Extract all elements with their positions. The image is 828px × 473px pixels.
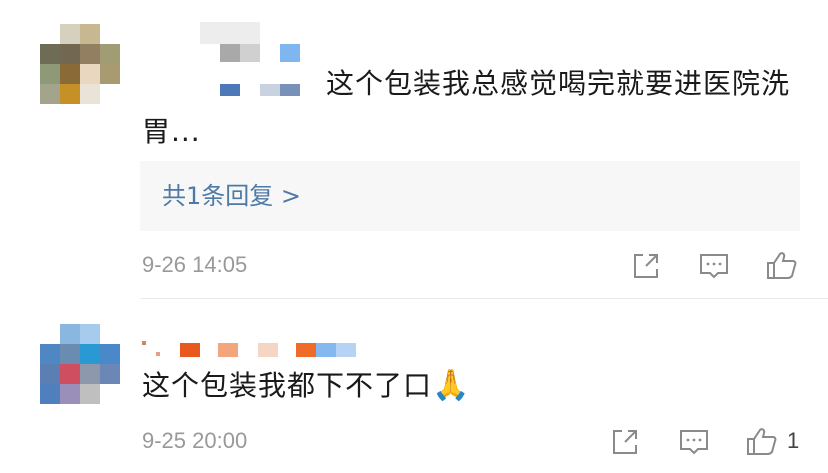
share-button[interactable] (605, 422, 645, 462)
comment-text: 这个包装我总感觉喝完就要进医院洗胃... (142, 67, 791, 148)
comment-text: 这个包装我都下不了口🙏 (142, 362, 792, 410)
comment-icon (680, 430, 708, 455)
reply-button[interactable] (694, 246, 734, 286)
comment-timestamp: 9-25 20:00 (142, 428, 248, 453)
comment-icon (700, 254, 728, 279)
folded-hands-emoji: 🙏 (432, 368, 471, 403)
avatar[interactable] (40, 324, 120, 404)
like-count: 1 (787, 428, 800, 453)
comment-divider (140, 298, 828, 299)
comment-timestamp: 9-26 14:05 (142, 252, 248, 277)
comment-item: 这个包装我总感觉喝完就要进医院洗胃... 共1条回复 > 9-26 14:05 (0, 0, 828, 299)
view-replies-link[interactable]: 共1条回复 > (162, 161, 301, 231)
comment-text-body: 这个包装我都下不了口 (142, 369, 433, 402)
like-button[interactable] (742, 422, 782, 462)
thumbs-up-icon (747, 428, 777, 455)
reply-button[interactable] (674, 422, 714, 462)
like-button[interactable] (762, 246, 802, 286)
share-button[interactable] (626, 246, 666, 286)
username-blurred[interactable] (142, 336, 356, 364)
comment-item: 这个包装我都下不了口🙏 9-25 20:00 1 (0, 300, 828, 473)
share-icon (634, 254, 658, 278)
share-icon (613, 430, 637, 454)
thumbs-up-icon (767, 252, 797, 279)
reply-summary-box[interactable]: 共1条回复 > (140, 161, 800, 231)
avatar[interactable] (40, 24, 120, 104)
